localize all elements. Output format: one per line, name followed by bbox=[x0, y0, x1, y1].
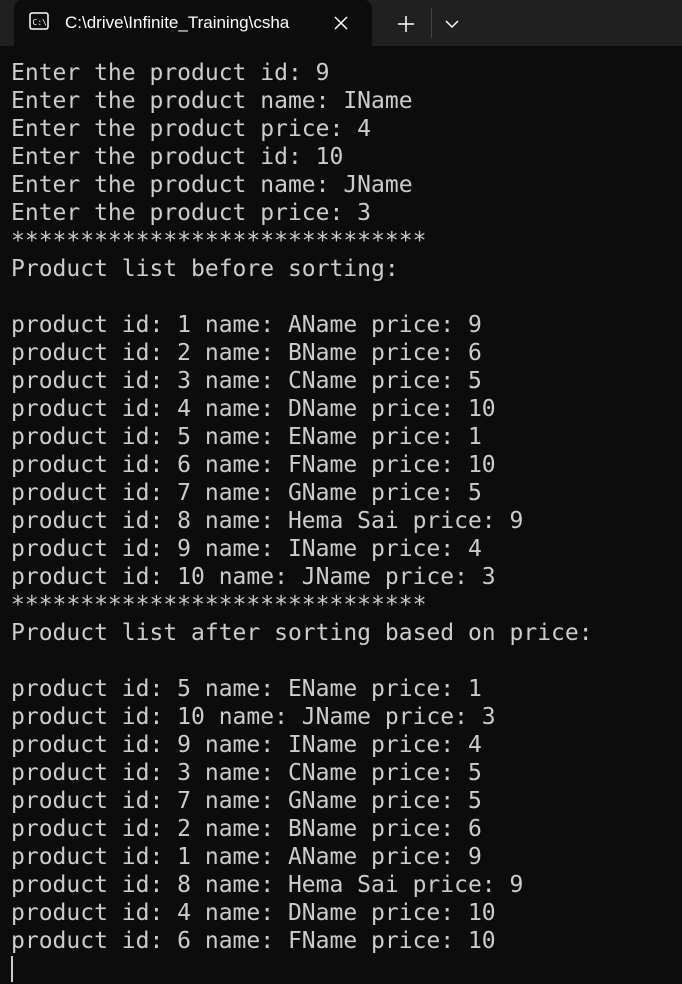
console-line: product id: 2 name: BName price: 6 bbox=[11, 816, 482, 842]
svg-text:C:\: C:\ bbox=[33, 18, 48, 27]
close-icon[interactable] bbox=[330, 12, 352, 34]
console-line: product id: 10 name: JName price: 3 bbox=[11, 704, 496, 730]
console-line: product id: 7 name: GName price: 5 bbox=[11, 788, 482, 814]
console-line: product id: 4 name: DName price: 10 bbox=[11, 900, 496, 926]
console-line: product id: 6 name: FName price: 10 bbox=[11, 452, 496, 478]
tab-active[interactable]: C:\ C:\drive\Infinite_Training\csha bbox=[14, 0, 372, 46]
plus-icon[interactable] bbox=[394, 12, 418, 36]
console-icon: C:\ bbox=[29, 12, 49, 30]
tab-divider bbox=[431, 8, 432, 38]
console-line: product id: 1 name: AName price: 9 bbox=[11, 844, 482, 870]
console-line: Enter the product price: 4 bbox=[11, 116, 372, 142]
console-line: product id: 9 name: IName price: 4 bbox=[11, 536, 482, 562]
chevron-down-icon[interactable] bbox=[440, 12, 464, 36]
console-line: product id: 3 name: CName price: 5 bbox=[11, 760, 482, 786]
console-line: ****************************** bbox=[11, 228, 427, 254]
console-line: Enter the product name: IName bbox=[11, 88, 413, 114]
console-line: product id: 6 name: FName price: 10 bbox=[11, 928, 496, 954]
console-line: Enter the product id: 10 bbox=[11, 144, 344, 170]
console-line: product id: 1 name: AName price: 9 bbox=[11, 312, 482, 338]
console-line: product id: 8 name: Hema Sai price: 9 bbox=[11, 508, 524, 534]
console-line: ****************************** bbox=[11, 592, 427, 618]
console-line: product id: 4 name: DName price: 10 bbox=[11, 396, 496, 422]
console-line: Enter the product id: 9 bbox=[11, 60, 330, 86]
console-line: product id: 8 name: Hema Sai price: 9 bbox=[11, 872, 524, 898]
console-line: Product list after sorting based on pric… bbox=[11, 620, 593, 646]
tab-bar: C:\ C:\drive\Infinite_Training\csha bbox=[0, 0, 682, 46]
text-cursor bbox=[11, 956, 13, 982]
console-line: product id: 10 name: JName price: 3 bbox=[11, 564, 496, 590]
console-line: product id: 7 name: GName price: 5 bbox=[11, 480, 482, 506]
console-line: product id: 3 name: CName price: 5 bbox=[11, 368, 482, 394]
console-line: product id: 2 name: BName price: 6 bbox=[11, 340, 482, 366]
console-line: Product list before sorting: bbox=[11, 256, 399, 282]
console-line: Enter the product price: 3 bbox=[11, 200, 372, 226]
console-line: product id: 9 name: IName price: 4 bbox=[11, 732, 482, 758]
console-line: product id: 5 name: EName price: 1 bbox=[11, 424, 482, 450]
console-output[interactable]: Enter the product id: 9 Enter the product… bbox=[11, 59, 676, 979]
console-line: product id: 5 name: EName price: 1 bbox=[11, 676, 482, 702]
terminal-window: C:\ C:\drive\Infinite_Training\csha Ente… bbox=[0, 0, 682, 984]
console-line: Enter the product name: JName bbox=[11, 172, 413, 198]
tab-title: C:\drive\Infinite_Training\csha bbox=[65, 13, 290, 32]
